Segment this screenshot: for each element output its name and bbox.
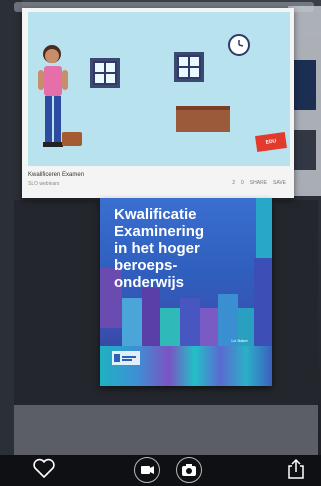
- book-title-line: Kwalificatie: [114, 206, 197, 223]
- background-right-thumbnail-2: [294, 130, 316, 170]
- book-title-line: Examinering: [114, 223, 205, 240]
- heart-icon[interactable]: [32, 457, 56, 479]
- book-cover: Kwalificatie Examinering in het hoger be…: [100, 198, 272, 386]
- video-camera-icon[interactable]: [134, 457, 160, 483]
- book-title: Kwalificatie Examinering in het hoger be…: [114, 206, 264, 291]
- share-icon[interactable]: [287, 458, 305, 480]
- share-label[interactable]: SHARE: [250, 180, 267, 186]
- window-left-illustration: [90, 58, 120, 88]
- book-title-line: in het hoger: [114, 240, 200, 257]
- save-label[interactable]: SAVE: [273, 180, 286, 186]
- like-count[interactable]: 2: [232, 180, 235, 186]
- dislike-count[interactable]: 0: [241, 180, 244, 186]
- video-meta: Kwalificeren Examen SLO webinars 2 0 SHA…: [28, 168, 290, 196]
- video-card[interactable]: EDU Kwalificeren Examen SLO webinars 2 0…: [22, 8, 294, 198]
- video-stats: 2 0 SHARE SAVE: [232, 180, 286, 186]
- book-title-line: onderwijs: [114, 274, 185, 291]
- video-frame[interactable]: EDU: [28, 12, 290, 166]
- book-title-line: beroeps-: [114, 257, 178, 274]
- book-author: Liz Baker: [231, 338, 248, 343]
- background-lower-strip: [14, 405, 318, 455]
- desk-illustration: [176, 106, 230, 132]
- cover-tile: [122, 298, 142, 348]
- background-right-thumbnail: [294, 60, 316, 110]
- camera-controls-bar: [0, 455, 321, 486]
- clock-illustration: [228, 34, 250, 56]
- channel-logo-badge: EDU: [255, 131, 287, 153]
- window-right-illustration: [174, 52, 204, 82]
- channel-name[interactable]: SLO webinars: [28, 181, 59, 187]
- camera-icon[interactable]: [176, 457, 202, 483]
- publisher-logo-icon: [112, 351, 140, 365]
- video-title[interactable]: Kwalificeren Examen: [28, 172, 84, 178]
- suitcase-illustration: [62, 132, 82, 146]
